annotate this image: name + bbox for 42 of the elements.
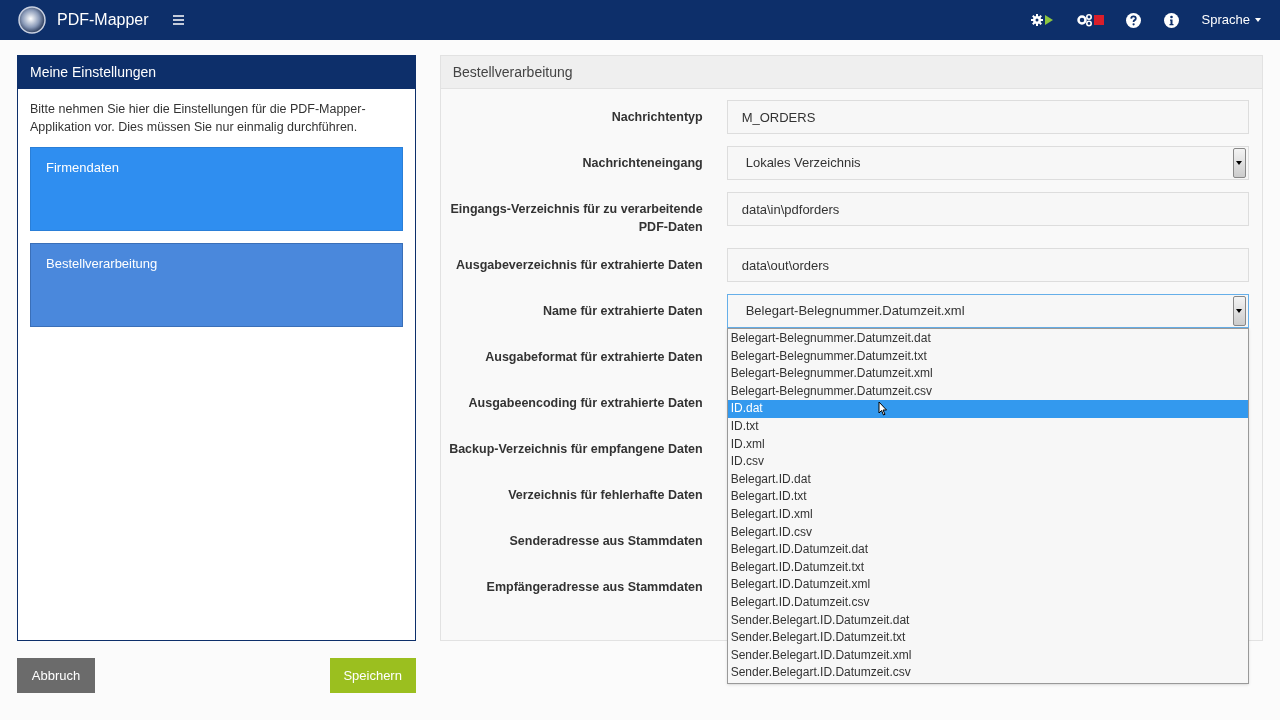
field-label: Senderadresse aus Stammdaten (509, 533, 703, 550)
dropdown-option[interactable]: Sender.Belegart.ID.Datumzeit.csv (727, 664, 1248, 682)
dropdown-option[interactable]: Belegart.ID.Datumzeit.dat (727, 541, 1248, 559)
field-label: Backup-Verzeichnis für empfangene Daten (449, 441, 703, 458)
dropdown-option[interactable]: Belegart.ID.xml (727, 505, 1248, 524)
dropdown-option[interactable]: Belegart.ID.Datumzeit.xml (727, 576, 1248, 594)
cancel-button[interactable]: Abbruch (17, 658, 95, 693)
text-field[interactable]: M_ORDERS (726, 100, 1249, 134)
panel-title: Meine Einstellungen (30, 63, 157, 82)
field-label: Empfängeradresse aus Stammdaten (486, 579, 703, 596)
dropdown-option[interactable]: Sender.Belegart.ID.Datumzeit.dat (727, 611, 1248, 630)
app-title: PDF-Mapper (57, 10, 149, 30)
intro-text: Bitte nehmen Sie hier die Einstellungen für die PDF-Mapper-Applikation vor. Dies müssen Sie nur einmalig durchführen. (29, 101, 367, 136)
dropdown-option[interactable]: Belegart-Belegnummer.Datumzeit.dat (727, 330, 1248, 348)
dropdown-option[interactable]: ID.txt (727, 417, 1248, 436)
dropdown-option[interactable]: Belegart.ID.csv (727, 523, 1248, 542)
field-label: Ausgabeformat für extrahierte Daten (485, 349, 703, 366)
dropdown-field[interactable]: Belegart-Belegnummer.Datumzeit.xml (726, 294, 1249, 328)
field-label: Nachrichteneingang (582, 155, 703, 172)
dropdown-option[interactable]: ID.xml (727, 435, 1248, 454)
field-label: Eingangs-Verzeichnis für zu verarbeitende PDF-Daten (449, 201, 703, 236)
field-label: Ausgabeverzeichnis für extrahierte Daten (456, 257, 703, 274)
dropdown-option[interactable]: Sender.Belegart.ID.Datumzeit.txt (727, 629, 1248, 647)
field-label: Verzeichnis für fehlerhafte Daten (508, 487, 703, 504)
field-label: Ausgabeencoding für extrahierte Daten (468, 395, 703, 412)
field-label: Name für extrahierte Daten (542, 303, 703, 320)
text-field[interactable]: data\out\orders (726, 248, 1249, 282)
dropdown-option[interactable]: Belegart.ID.Datumzeit.txt (727, 558, 1248, 577)
dropdown-option[interactable]: ID.csv (727, 453, 1248, 471)
settings-section-tile[interactable]: Bestellverarbeitung (30, 243, 403, 327)
dropdown-option[interactable]: Belegart.ID.txt (727, 488, 1248, 506)
dropdown-option[interactable]: Sender.Belegart.ID.Datumzeit.xml (727, 646, 1248, 665)
language-menu[interactable]: Sprache (1201, 10, 1261, 30)
dropdown-option[interactable]: Belegart.ID.dat (727, 470, 1248, 489)
dropdown-option[interactable]: Belegart.ID.Datumzeit.csv (727, 593, 1248, 612)
dropdown-option[interactable]: Belegart-Belegnummer.Datumzeit.txt (727, 347, 1248, 366)
dropdown-field[interactable]: Lokales Verzeichnis (726, 146, 1249, 180)
field-label: Nachrichtentyp (611, 109, 703, 126)
dropdown-option[interactable]: Belegart-Belegnummer.Datumzeit.xml (727, 365, 1248, 383)
text-field[interactable]: data\in\pdforders (726, 192, 1249, 226)
panel-title: Bestellverarbeitung (452, 62, 573, 82)
dropdown-option[interactable]: Belegart-Belegnummer.Datumzeit.csv (727, 382, 1248, 401)
